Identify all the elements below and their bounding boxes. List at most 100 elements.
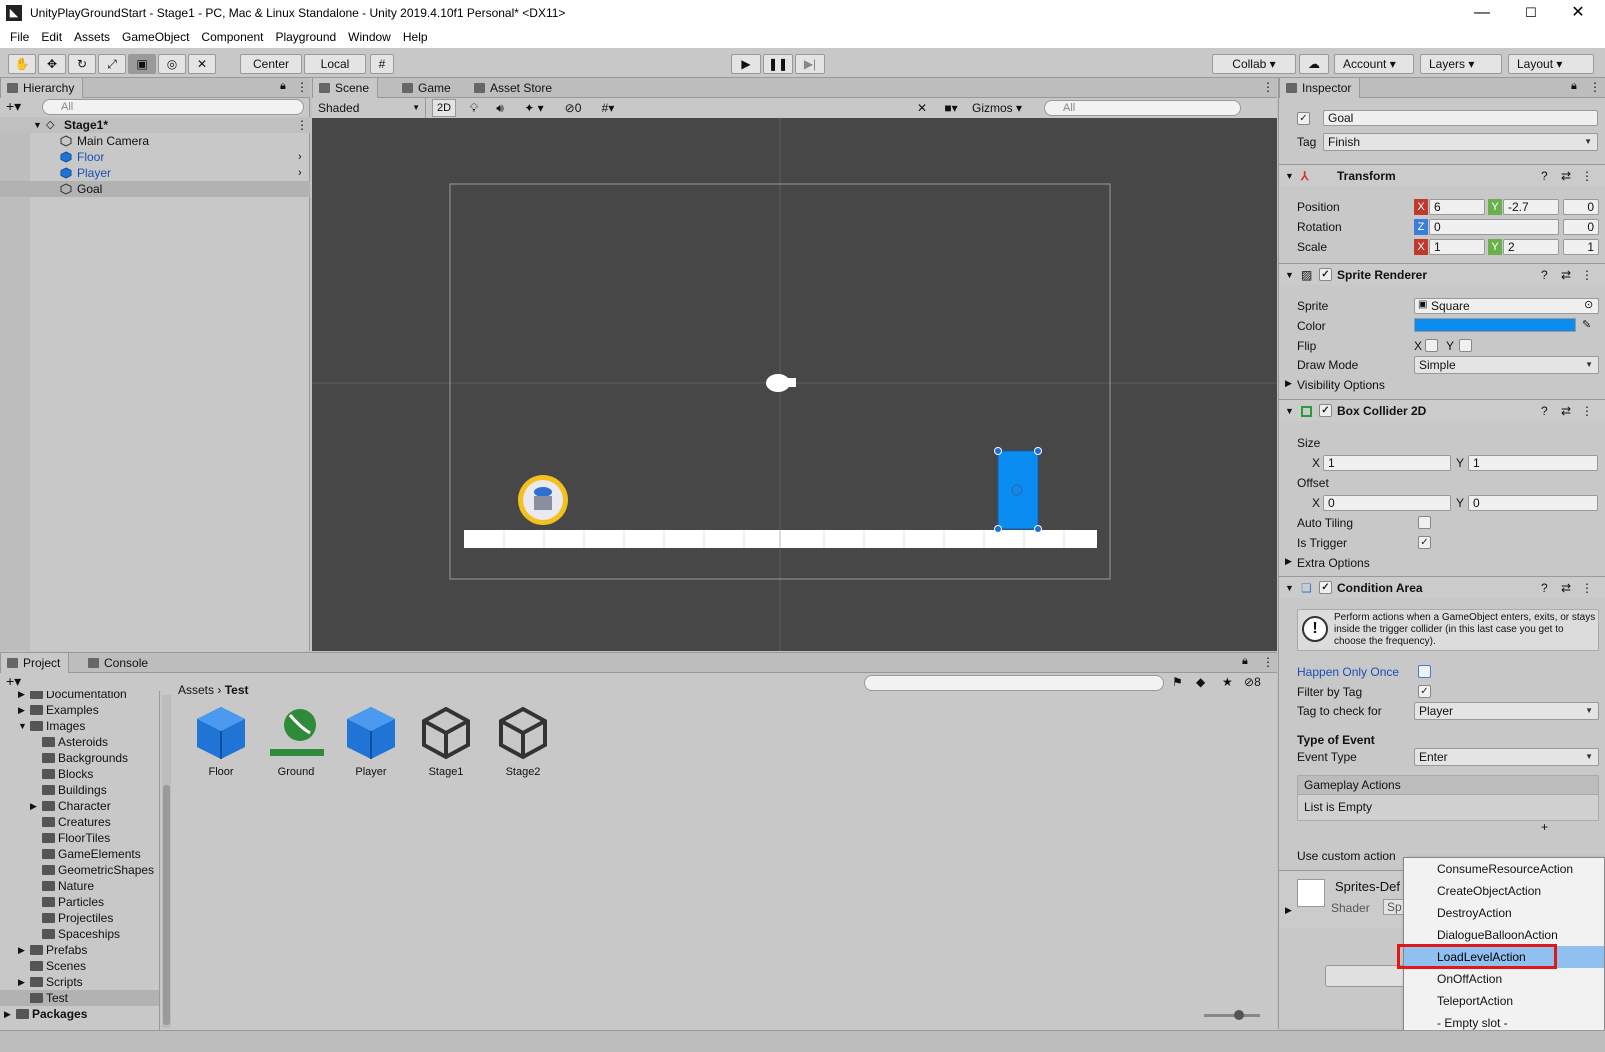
folder-tree-item[interactable]: Spaceships [0,926,159,942]
flip-x-checkbox[interactable] [1425,339,1438,352]
search-by-label-icon[interactable]: ◆ [1196,675,1205,689]
layers-dropdown[interactable]: Layers ▾ [1420,54,1502,74]
folder-tree-item[interactable]: Buildings [0,782,159,798]
sprite-field[interactable]: Square [1414,298,1599,314]
breadcrumb-root[interactable]: Assets [178,683,214,697]
menu-playground[interactable]: Playground [269,30,342,44]
camera-icon[interactable]: ■▾ [936,98,966,118]
tab-hierarchy[interactable]: Hierarchy [0,78,84,98]
icon-size-slider[interactable] [1204,1010,1260,1020]
collapse-icon[interactable]: ▼ [1285,165,1294,187]
folder-tree-item[interactable]: Blocks [0,766,159,782]
expand-right-icon[interactable]: ▶ [1285,905,1292,916]
visibility-options-foldout[interactable]: Visibility Options [1297,378,1385,392]
menu-item-teleport[interactable]: TeleportAction [1404,990,1604,1012]
folder-tree-item[interactable]: Asteroids [0,734,159,750]
layout-dropdown[interactable]: Layout ▾ [1508,54,1594,74]
folder-tree-item[interactable]: ▶ Scripts [0,974,159,990]
tab-scene[interactable]: Scene [312,78,379,98]
expand-right-icon[interactable]: ▶ [1285,556,1292,567]
menu-help[interactable]: Help [397,30,434,44]
expand-down-icon[interactable]: ▼ [33,117,42,133]
color-swatch[interactable] [1414,318,1576,332]
menu-item-create-object[interactable]: CreateObjectAction [1404,880,1604,902]
project-search-input[interactable] [864,675,1164,691]
minimize-button[interactable]: — [1459,0,1505,26]
help-icon[interactable]: ? [1541,400,1548,422]
offset-x-field[interactable]: 0 [1323,495,1451,511]
folder-tree-item[interactable]: Nature [0,878,159,894]
rect-tool-icon[interactable]: ▣ [128,54,156,74]
asset-item[interactable]: Floor [186,703,256,778]
lock-icon[interactable]: 🔒︎ [280,80,286,93]
tab-inspector[interactable]: Inspector [1279,78,1361,98]
asset-item[interactable]: Stage2 [488,703,558,778]
scale-y-field[interactable]: 2 [1503,239,1559,255]
scene-viewport[interactable] [312,118,1277,651]
menu-item-on-off[interactable]: OnOffAction [1404,968,1604,990]
hierarchy-search-input[interactable]: All [42,99,304,115]
create-add-icon[interactable]: +▾ [6,98,21,114]
pivot-local-button[interactable]: Local [304,54,366,74]
scrollbar-thumb[interactable] [163,785,170,1025]
panel-menu-icon[interactable]: ⋮ [1262,655,1274,669]
shading-mode-dropdown[interactable]: Shaded ▼ [312,98,426,118]
maximize-button[interactable]: ☐ [1508,0,1554,26]
scene-menu-icon[interactable]: ⋮ [296,117,308,133]
flip-y-checkbox[interactable] [1459,339,1472,352]
expand-right-icon[interactable]: ▶ [18,691,25,702]
hierarchy-item-selected[interactable]: Goal [0,181,310,197]
menu-window[interactable]: Window [342,30,397,44]
help-icon[interactable]: ? [1541,264,1548,286]
box-collider-header[interactable]: ▼ ✓ Box Collider 2D ? ⇄ ⋮ [1279,399,1605,421]
offset-y-field[interactable]: 0 [1468,495,1598,511]
lock-icon[interactable]: 🔒︎ [1571,80,1577,93]
folder-tree-item[interactable]: Creatures [0,814,159,830]
rotate-tool-icon[interactable]: ↻ [68,54,96,74]
play-button[interactable]: ▶ [731,54,761,74]
tree-scrollbar[interactable] [162,695,171,1028]
slider-handle[interactable] [1234,1010,1244,1020]
custom-tool-icon[interactable]: ✕ [188,54,216,74]
favorites-star-icon[interactable]: ★ [1222,675,1233,689]
folder-tree-item[interactable]: Scenes [0,958,159,974]
menu-item-consume-resource[interactable]: ConsumeResourceAction [1404,858,1604,880]
account-dropdown[interactable]: Account ▾ [1334,54,1414,74]
scale-x-field[interactable]: 1 [1429,239,1485,255]
chevron-right-icon[interactable]: › [298,165,302,181]
camera-gizmo-icon[interactable] [766,374,796,392]
happen-once-checkbox[interactable] [1418,665,1431,678]
folder-tree-item[interactable]: ▶ Character [0,798,159,814]
goal-sprite-selected[interactable] [994,447,1042,533]
tools-icon[interactable]: ✕ [910,98,934,118]
presets-icon[interactable]: ⇄ [1561,577,1571,599]
is-trigger-checkbox[interactable]: ✓ [1418,536,1431,549]
lock-icon[interactable]: 🔒︎ [1242,655,1248,668]
breadcrumb-current[interactable]: Test [225,683,249,697]
close-button[interactable]: ✕ [1555,0,1601,26]
sprite-renderer-header[interactable]: ▼ ▨ ✓ Sprite Renderer ? ⇄ ⋮ [1279,263,1605,285]
position-y-field[interactable]: -2.7 [1503,199,1559,215]
filter-tag-checkbox[interactable]: ✓ [1418,685,1431,698]
audio-icon[interactable]: 🔊︎ [488,98,512,118]
create-add-icon[interactable]: +▾ [6,673,21,689]
lighting-icon[interactable]: 💡︎ [462,98,486,118]
menu-file[interactable]: File [4,30,35,44]
tab-console[interactable]: Console [82,653,156,673]
component-menu-icon[interactable]: ⋮ [1581,577,1593,599]
expand-right-icon[interactable]: ▶ [1285,378,1292,389]
folder-tree-item[interactable]: GeometricShapes [0,862,159,878]
expand-right-icon[interactable]: ▶ [4,1006,11,1022]
tab-project[interactable]: Project [0,653,70,673]
hand-tool-icon[interactable]: ✋ [8,54,36,74]
component-menu-icon[interactable]: ⋮ [1581,400,1593,422]
collapse-icon[interactable]: ▼ [1285,577,1294,599]
folder-tree-item[interactable]: ▶ Documentation [0,691,159,702]
folder-tree-item[interactable]: Backgrounds [0,750,159,766]
add-component-button[interactable] [1325,965,1405,987]
effects-icon[interactable]: ✦ ▾ [514,98,554,118]
hierarchy-scene-row[interactable]: ▼ ◇ Stage1* ⋮ [0,117,310,133]
size-x-field[interactable]: 1 [1323,455,1451,471]
scene-canvas[interactable] [312,118,1277,651]
floor-sprite[interactable] [464,530,1097,548]
